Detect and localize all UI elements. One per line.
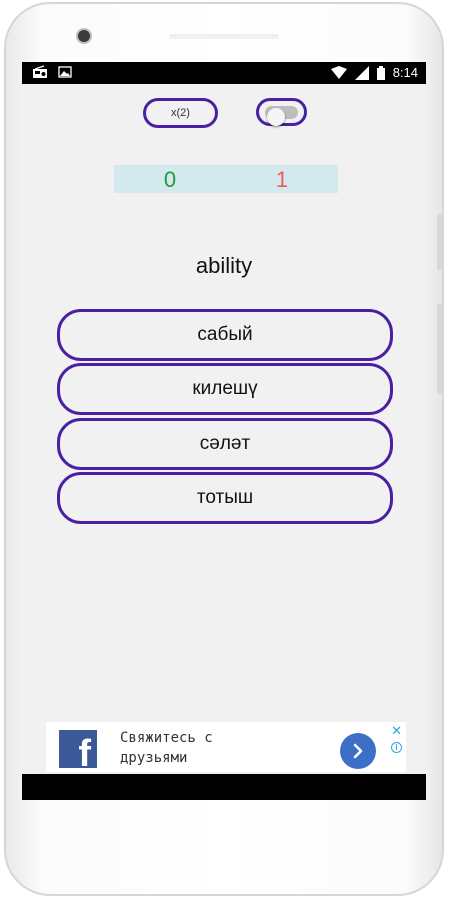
answer-button-2[interactable]: килешү <box>57 363 393 415</box>
ad-text: Свяжитесь с друзьями <box>120 728 350 768</box>
ad-close-icon[interactable]: ✕ <box>391 724 402 737</box>
multiplier-button[interactable]: x(2) <box>143 98 218 128</box>
ad-info-icon[interactable]: i <box>391 742 402 753</box>
facebook-logo-letter: f <box>78 733 91 775</box>
power-button <box>437 304 442 394</box>
answer-button-3[interactable]: сәләт <box>57 418 393 470</box>
ad-line-2: друзьями <box>120 750 188 766</box>
correct-count: 0 <box>163 167 177 192</box>
question-word: ability <box>195 253 253 278</box>
status-bar: 8:14 <box>22 62 426 84</box>
toggle-track <box>265 106 298 126</box>
navigation-bar <box>22 774 426 800</box>
ad-banner[interactable]: f Свяжитесь с друзьями ✕ i <box>46 722 406 773</box>
mode-toggle[interactable] <box>256 98 307 126</box>
score-panel: 0 1 <box>114 165 338 193</box>
front-camera <box>76 28 92 44</box>
chevron-right-icon <box>353 743 363 759</box>
image-icon <box>58 66 72 78</box>
status-time: 8:14 <box>392 65 418 80</box>
battery-icon <box>376 66 385 80</box>
ad-line-1: Свяжитесь с <box>120 730 213 746</box>
screen: 8:14 x(2) 0 1 ability сабый килешү сәләт… <box>22 62 426 800</box>
radio-icon <box>33 65 47 78</box>
volume-button <box>437 214 442 270</box>
answer-button-1[interactable]: сабый <box>57 309 393 361</box>
earpiece-speaker <box>169 34 279 39</box>
answer-button-4[interactable]: тотыш <box>57 472 393 524</box>
ad-open-button[interactable] <box>340 733 376 769</box>
signal-icon <box>354 66 369 80</box>
wrong-count: 1 <box>275 167 289 192</box>
facebook-logo-icon: f <box>59 730 97 773</box>
toggle-knob <box>267 108 285 126</box>
wifi-icon <box>330 66 347 79</box>
